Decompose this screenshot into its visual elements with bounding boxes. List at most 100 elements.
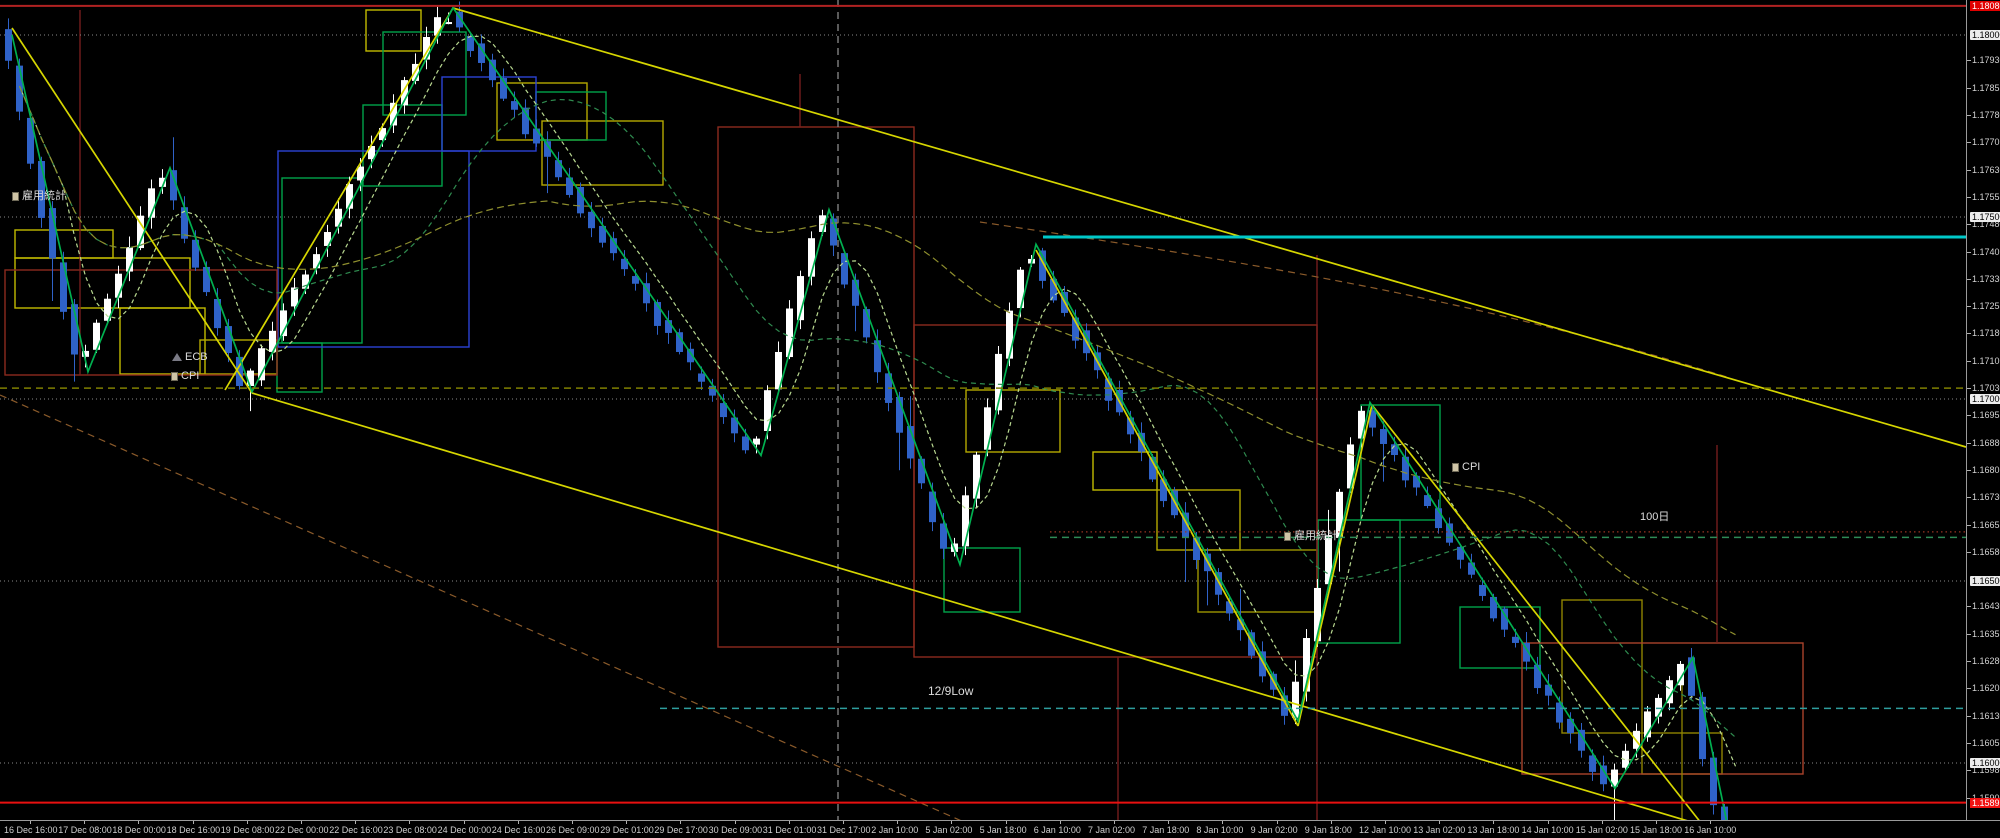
chart-box[interactable] <box>15 258 190 308</box>
price-axis-label: 1.17855 <box>1972 83 2000 93</box>
time-tick <box>464 821 465 824</box>
chart-box[interactable] <box>366 10 421 51</box>
price-tick <box>1967 497 1971 498</box>
time-axis-label: 7 Jan 18:00 <box>1142 825 1189 835</box>
price-tick <box>1967 606 1971 607</box>
price-axis[interactable]: 1.179301.178551.177801.177051.176301.175… <box>1966 0 2000 820</box>
time-tick <box>1006 821 1007 824</box>
annotation-label: 雇用統計 <box>22 190 66 202</box>
price-tick <box>1967 634 1971 635</box>
price-tick <box>1967 552 1971 553</box>
ecb-event-icon <box>172 353 182 361</box>
time-axis-label: 2 Jan 10:00 <box>871 825 918 835</box>
time-axis-label: 31 Dec 01:00 <box>763 825 817 835</box>
time-axis-label: 23 Dec 08:00 <box>383 825 437 835</box>
price-tick <box>1967 333 1971 334</box>
price-axis-label: 1.16955 <box>1972 410 2000 420</box>
time-axis-label: 16 Jan 10:00 <box>1684 825 1736 835</box>
price-tick <box>1967 60 1971 61</box>
time-tick <box>735 821 736 824</box>
ma-mid <box>20 86 1736 737</box>
time-axis-label: 29 Dec 01:00 <box>600 825 654 835</box>
annotation-label: ECB <box>185 351 208 363</box>
time-tick <box>1222 821 1223 824</box>
price-axis-label: 1.17780 <box>1972 110 2000 120</box>
annotation-100day-ma-label: 100日 <box>1640 511 1669 523</box>
price-tick <box>1967 716 1971 717</box>
chart-box[interactable] <box>363 105 442 186</box>
time-tick <box>1168 821 1169 824</box>
time-tick <box>409 821 410 824</box>
price-tick <box>1967 770 1971 771</box>
rise-to-peak-line[interactable] <box>225 8 453 390</box>
time-axis-label: 19 Dec 08:00 <box>221 825 275 835</box>
chart-box[interactable] <box>120 308 205 374</box>
channel-top-line[interactable] <box>453 8 1966 447</box>
price-round-label: 1.18000 <box>1970 30 2000 40</box>
price-axis-label: 1.17180 <box>1972 328 2000 338</box>
time-axis-label: 15 Jan 02:00 <box>1576 825 1628 835</box>
time-axis-label: 30 Dec 09:00 <box>709 825 763 835</box>
time-tick <box>84 821 85 824</box>
long-ma-dashed-line <box>980 222 1730 378</box>
time-axis-label: 16 Dec 16:00 <box>4 825 58 835</box>
price-tick <box>1967 252 1971 253</box>
price-axis-label: 1.16055 <box>1972 738 2000 748</box>
time-axis[interactable]: 16 Dec 16:0017 Dec 08:0018 Dec 00:0018 D… <box>0 820 2000 838</box>
annotation-label: CPI <box>181 370 199 382</box>
price-axis-label: 1.16430 <box>1972 601 2000 611</box>
price-round-label: 1.17000 <box>1970 394 2000 404</box>
time-tick <box>1439 821 1440 824</box>
time-tick <box>951 821 952 824</box>
channel-bottom-line[interactable] <box>252 393 1745 838</box>
price-tick <box>1967 443 1971 444</box>
time-tick <box>518 821 519 824</box>
price-axis-label: 1.16805 <box>1972 465 2000 475</box>
chart-window[interactable]: 1.179301.178551.177801.177051.176301.175… <box>0 0 2000 838</box>
price-tick <box>1967 115 1971 116</box>
price-round-label: 1.16500 <box>1970 576 2000 586</box>
time-axis-label: 22 Dec 16:00 <box>329 825 383 835</box>
time-tick <box>897 821 898 824</box>
price-tick <box>1967 388 1971 389</box>
time-axis-label: 17 Dec 08:00 <box>58 825 112 835</box>
price-tick <box>1967 688 1971 689</box>
news-doc-icon <box>1284 532 1291 541</box>
time-axis-label: 9 Jan 02:00 <box>1251 825 1298 835</box>
annotation-employment-stats-mid: 雇用統計 <box>1284 530 1338 542</box>
price-axis-label: 1.17255 <box>1972 301 2000 311</box>
chart-box[interactable] <box>277 343 322 392</box>
price-axis-label: 1.17630 <box>1972 165 2000 175</box>
news-doc-icon <box>1452 463 1459 472</box>
annotation-dec9-low-label: 12/9Low <box>928 685 973 697</box>
chart-area[interactable] <box>0 0 2000 838</box>
right-fall-line[interactable] <box>1372 405 1705 828</box>
annotation-employment-stats-left: 雇用統計 <box>12 190 66 202</box>
price-round-label: 1.17500 <box>1970 212 2000 222</box>
annotation-ecb: ECB <box>172 351 208 363</box>
time-axis-label: 5 Jan 02:00 <box>925 825 972 835</box>
time-axis-label: 24 Dec 00:00 <box>438 825 492 835</box>
chart-box[interactable] <box>1562 600 1642 733</box>
left-fall-line[interactable] <box>12 28 252 393</box>
time-tick <box>1710 821 1711 824</box>
price-tick <box>1967 88 1971 89</box>
chart-box[interactable] <box>1093 452 1157 490</box>
price-tick <box>1967 661 1971 662</box>
annotation-cpi-left: CPI <box>171 370 199 382</box>
chart-box[interactable] <box>536 92 606 140</box>
chart-box[interactable] <box>718 127 914 647</box>
annotation-label: 12/9Low <box>928 685 973 697</box>
time-tick <box>1493 821 1494 824</box>
price-axis-label: 1.17555 <box>1972 192 2000 202</box>
time-axis-label: 14 Jan 10:00 <box>1522 825 1574 835</box>
time-tick <box>626 821 627 824</box>
price-tick <box>1967 306 1971 307</box>
time-axis-label: 9 Jan 18:00 <box>1305 825 1352 835</box>
mid-fall-line[interactable] <box>1036 250 1298 726</box>
price-tick <box>1967 279 1971 280</box>
price-axis-label: 1.17330 <box>1972 274 2000 284</box>
zigzag-line[interactable] <box>12 8 1730 838</box>
annotation-label: CPI <box>1462 461 1480 473</box>
mid-rise-line[interactable] <box>1298 405 1372 726</box>
